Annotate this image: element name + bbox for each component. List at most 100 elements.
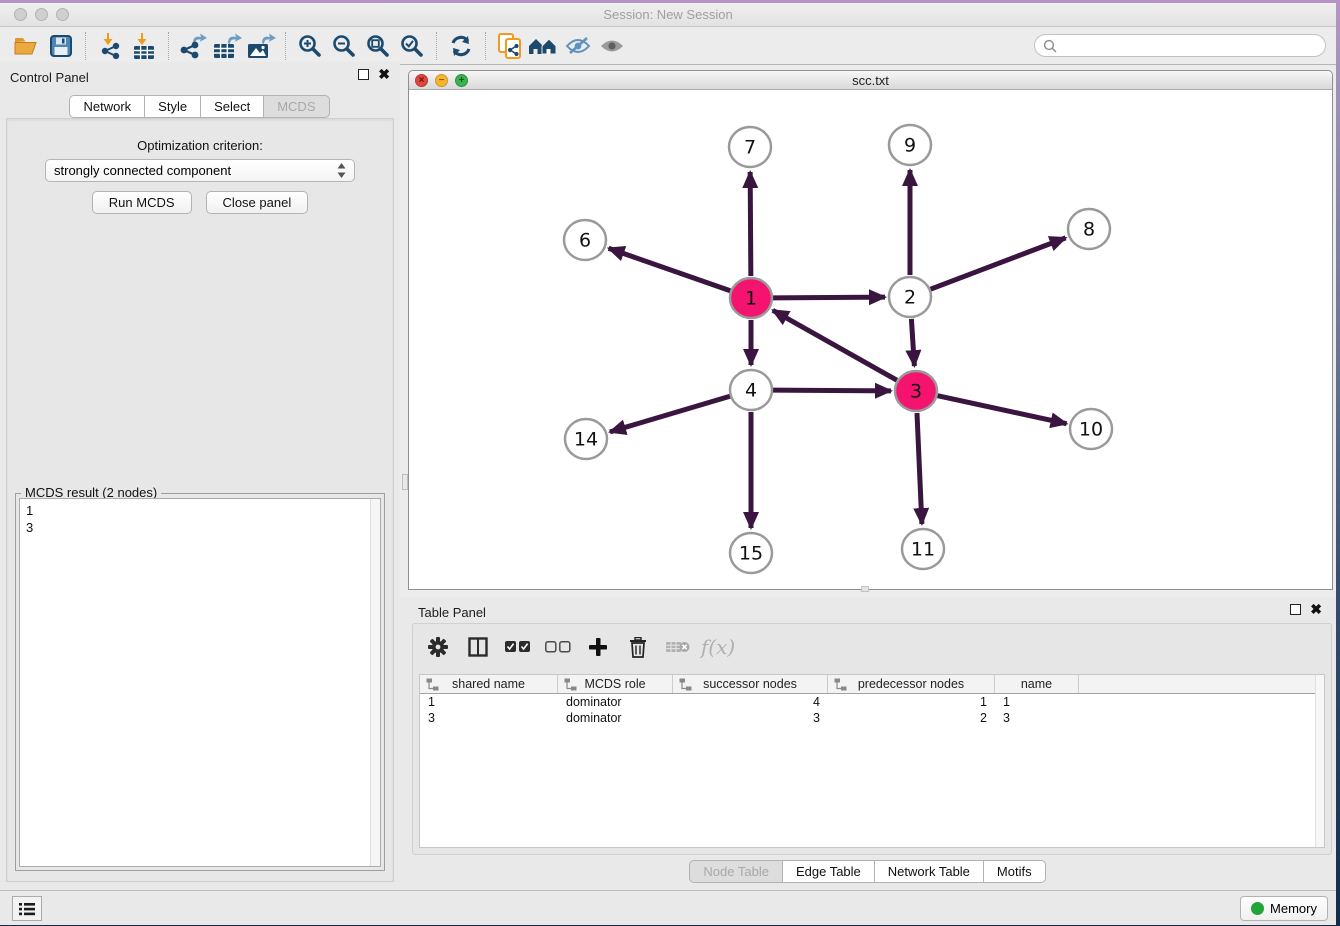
close-panel-button[interactable]: Close panel xyxy=(206,191,309,214)
refresh-button[interactable] xyxy=(444,31,478,61)
zoom-in-button[interactable] xyxy=(293,31,327,61)
mcds-result-textarea[interactable]: 1 3 xyxy=(19,498,381,867)
tab-node-table[interactable]: Node Table xyxy=(689,860,783,883)
graph-edge-3-1[interactable] xyxy=(773,310,897,380)
select-all-columns-button[interactable] xyxy=(505,641,531,653)
refresh-icon xyxy=(449,35,473,57)
column-header-shared-name[interactable]: shared name xyxy=(420,675,558,693)
export-table-button[interactable] xyxy=(210,31,244,61)
show-all-button[interactable] xyxy=(595,31,629,61)
tab-motifs[interactable]: Motifs xyxy=(983,860,1046,883)
network-window-titlebar[interactable]: × − + scc.txt xyxy=(409,71,1332,90)
graph-node-10[interactable]: 10 xyxy=(1070,409,1112,449)
cell-predecessor-nodes: 1 xyxy=(828,694,995,710)
deselect-all-columns-button[interactable] xyxy=(545,641,571,653)
table-header-row: shared name MCDS role xyxy=(420,675,1324,694)
tab-select[interactable]: Select xyxy=(200,95,264,118)
tab-mcds[interactable]: MCDS xyxy=(263,95,329,118)
first-neighbors-button[interactable] xyxy=(527,31,561,61)
close-panel-icon[interactable]: ✖ xyxy=(378,69,390,80)
zoom-out-button[interactable] xyxy=(327,31,361,61)
graph-node-6[interactable]: 6 xyxy=(564,220,606,260)
cell-successor-nodes: 4 xyxy=(673,694,828,710)
add-column-button[interactable] xyxy=(585,637,611,657)
graph-node-1[interactable]: 1 xyxy=(730,278,772,318)
graph-edge-2-3[interactable] xyxy=(911,319,914,366)
selected-option-text: strongly connected component xyxy=(54,163,337,178)
save-session-button[interactable] xyxy=(44,31,78,61)
table-settings-button[interactable] xyxy=(425,636,451,658)
column-type-icon xyxy=(564,678,577,691)
graph-node-label: 9 xyxy=(904,135,916,157)
open-session-button[interactable] xyxy=(10,31,44,61)
result-scrollbar[interactable] xyxy=(370,499,380,866)
import-network-button[interactable] xyxy=(93,31,127,61)
new-network-from-selection-button[interactable] xyxy=(493,31,527,61)
graph-node-7[interactable]: 7 xyxy=(729,127,771,167)
toolbar-separator xyxy=(485,32,486,60)
search-icon xyxy=(1043,39,1057,53)
column-header-name[interactable]: name xyxy=(995,675,1079,693)
graph-node-3[interactable]: 3 xyxy=(895,371,937,411)
tab-style[interactable]: Style xyxy=(144,95,201,118)
column-header-mcds-role[interactable]: MCDS role xyxy=(558,675,673,693)
graph-node-4[interactable]: 4 xyxy=(730,370,772,410)
graph-edge-1-2[interactable] xyxy=(773,297,885,298)
delete-table-icon xyxy=(666,639,690,655)
graph-node-11[interactable]: 11 xyxy=(902,529,944,569)
table-row[interactable]: 3 dominator 3 2 3 xyxy=(420,710,1324,726)
graph-node-2[interactable]: 2 xyxy=(889,277,931,317)
table-panel: Table Panel ✖ xyxy=(400,597,1336,890)
close-table-panel-icon[interactable]: ✖ xyxy=(1310,604,1322,615)
optimization-criterion-select[interactable]: strongly connected component xyxy=(45,159,355,182)
graph-edge-3-11[interactable] xyxy=(917,413,922,524)
float-panel-icon[interactable] xyxy=(358,69,369,80)
graph-edge-4-3[interactable] xyxy=(773,390,891,391)
graph-node-9[interactable]: 9 xyxy=(889,125,931,165)
graph-node-14[interactable]: 14 xyxy=(565,419,607,459)
tab-network[interactable]: Network xyxy=(69,95,145,118)
hide-selected-button[interactable] xyxy=(561,31,595,61)
column-type-icon xyxy=(834,678,847,691)
node-table: shared name MCDS role xyxy=(419,674,1325,848)
export-network-button[interactable] xyxy=(176,31,210,61)
splitter-grip[interactable] xyxy=(861,586,869,592)
graph-edge-2-8[interactable] xyxy=(931,238,1066,289)
zoom-selected-button[interactable] xyxy=(395,31,429,61)
float-table-panel-icon[interactable] xyxy=(1290,604,1301,615)
checked-checkboxes-icon xyxy=(505,641,531,653)
column-header-predecessor-nodes[interactable]: predecessor nodes xyxy=(828,675,995,693)
tab-edge-table[interactable]: Edge Table xyxy=(782,860,875,883)
memory-button[interactable]: Memory xyxy=(1240,896,1328,921)
cell-shared-name: 1 xyxy=(420,694,558,710)
delete-column-button[interactable] xyxy=(625,637,651,658)
search-input[interactable] xyxy=(1062,38,1325,53)
import-network-icon xyxy=(97,33,123,59)
graph-node-15[interactable]: 15 xyxy=(730,533,772,573)
graph-edge-3-10[interactable] xyxy=(937,396,1066,424)
column-header-successor-nodes[interactable]: successor nodes xyxy=(673,675,828,693)
export-image-button[interactable] xyxy=(244,31,278,61)
result-line: 3 xyxy=(26,519,380,536)
trash-icon xyxy=(629,637,647,658)
graph-edge-4-14[interactable] xyxy=(610,396,730,432)
memory-button-label: Memory xyxy=(1270,901,1317,916)
splitter-grip[interactable] xyxy=(402,474,408,490)
run-mcds-button[interactable]: Run MCDS xyxy=(92,191,192,214)
task-history-button[interactable] xyxy=(12,896,42,921)
graph-edge-1-7[interactable] xyxy=(750,172,751,276)
table-scrollbar[interactable] xyxy=(1315,675,1324,847)
graph-edge-1-6[interactable] xyxy=(609,248,731,290)
tab-network-table[interactable]: Network Table xyxy=(874,860,984,883)
table-row[interactable]: 1 dominator 4 1 1 xyxy=(420,694,1324,710)
import-table-button[interactable] xyxy=(127,31,161,61)
table-panel-tabs: Node Table Edge Table Network Table Moti… xyxy=(400,860,1336,883)
graph-node-label: 8 xyxy=(1083,219,1095,241)
graph-node-label: 4 xyxy=(745,380,757,402)
split-columns-button[interactable] xyxy=(465,637,491,657)
graph-node-8[interactable]: 8 xyxy=(1068,209,1110,249)
gear-icon xyxy=(427,636,449,658)
network-canvas[interactable]: 7 9 6 8 1 2 4 3 14 10 15 11 xyxy=(409,90,1332,589)
zoom-fit-button[interactable] xyxy=(361,31,395,61)
graph-node-label: 3 xyxy=(910,381,922,403)
